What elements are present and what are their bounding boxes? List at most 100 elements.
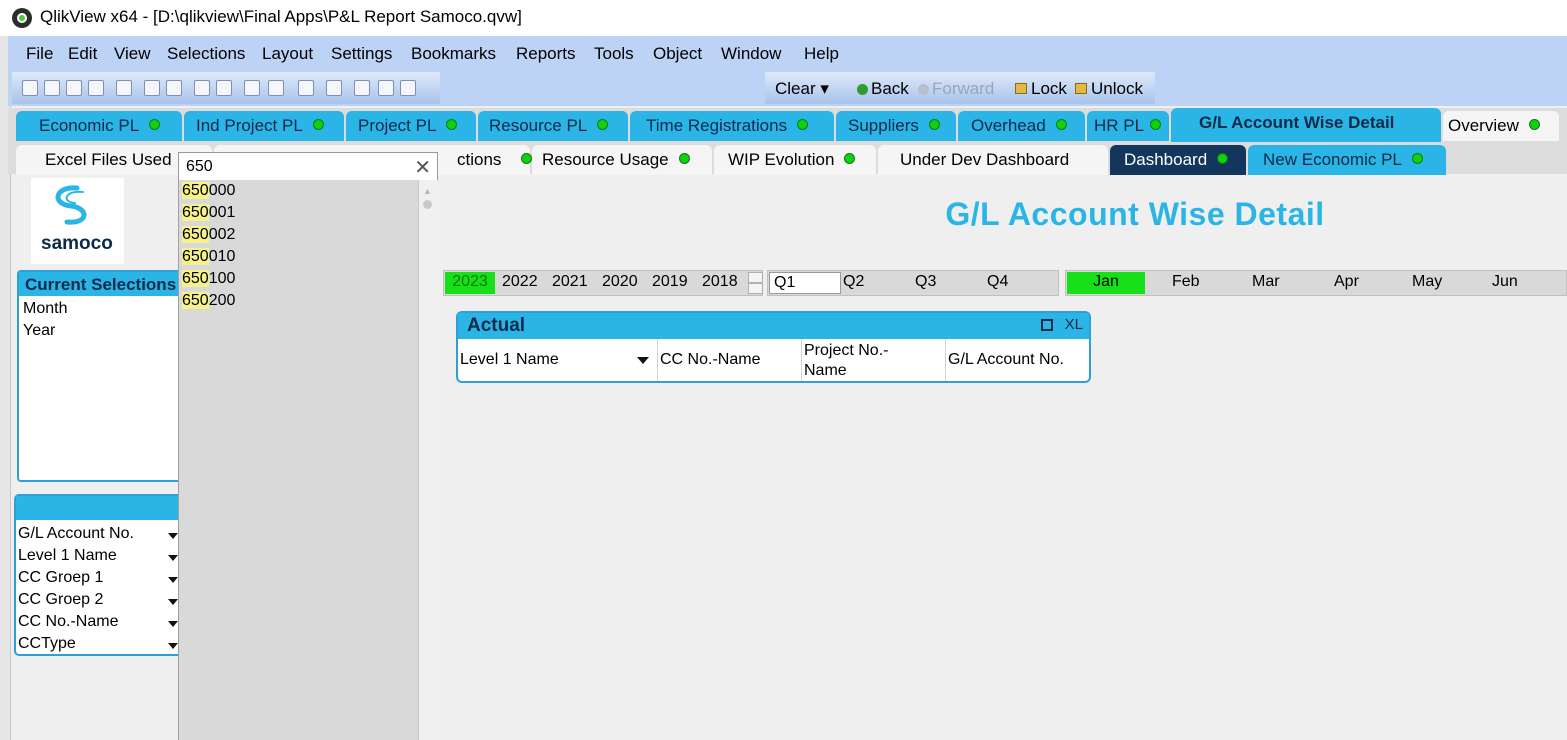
unlock-button[interactable]: Unlock bbox=[1075, 79, 1143, 99]
bookmark-star-icon[interactable] bbox=[326, 80, 342, 96]
search-result-item[interactable]: 650002 bbox=[182, 226, 235, 248]
menu-layout[interactable]: Layout bbox=[262, 44, 313, 64]
current-selections-box[interactable]: Current Selections Month Year bbox=[17, 270, 203, 482]
year-2021[interactable]: 2021 bbox=[552, 273, 588, 291]
column-header-level-1-name[interactable]: Level 1 Name bbox=[458, 339, 658, 381]
menu-help[interactable]: Help bbox=[804, 44, 839, 64]
search-result-item[interactable]: 650100 bbox=[182, 270, 235, 292]
current-selections-icon[interactable] bbox=[268, 80, 284, 96]
scroll-up-icon[interactable]: ▲ bbox=[423, 186, 432, 196]
list-item-gl-account-no[interactable]: G/L Account No. bbox=[18, 525, 178, 547]
current-selections-title: Current Selections bbox=[19, 272, 201, 296]
actual-table[interactable]: Actual XL Level 1 Name CC No.-Name Proje… bbox=[456, 311, 1091, 383]
search-dropdown[interactable]: ✕ 650000 650001 650002 650010 650100 650… bbox=[178, 152, 438, 740]
search-result-item[interactable]: 650010 bbox=[182, 248, 235, 270]
list-item-cc-groep-1[interactable]: CC Groep 1 bbox=[18, 569, 178, 591]
list-item-cctype[interactable]: CCType bbox=[18, 635, 178, 657]
column-header-gl-account-no[interactable]: G/L Account No. bbox=[946, 339, 1089, 381]
scroll-down-icon[interactable] bbox=[748, 283, 763, 294]
open-folder-icon[interactable] bbox=[44, 80, 60, 96]
menu-bookmarks[interactable]: Bookmarks bbox=[411, 44, 496, 64]
month-mar[interactable]: Mar bbox=[1252, 273, 1280, 291]
tab-ind-project-pl[interactable]: Ind Project PL bbox=[184, 111, 344, 141]
lock-button[interactable]: Lock bbox=[1015, 79, 1067, 99]
column-header-cc-no-name[interactable]: CC No.-Name bbox=[658, 339, 802, 381]
undo-icon[interactable] bbox=[194, 80, 210, 96]
month-feb[interactable]: Feb bbox=[1172, 273, 1200, 291]
save-icon[interactable] bbox=[88, 80, 104, 96]
tab-dashboard[interactable]: Dashboard bbox=[1110, 145, 1246, 175]
menu-reports[interactable]: Reports bbox=[516, 44, 576, 64]
chevron-down-icon bbox=[168, 533, 178, 539]
search-results-list[interactable]: 650000 650001 650002 650010 650100 65020… bbox=[178, 180, 419, 740]
search-input[interactable] bbox=[184, 156, 408, 178]
tab-wip-evolution[interactable]: WIP Evolution bbox=[714, 145, 876, 175]
selection-row-month[interactable]: Month bbox=[23, 300, 67, 318]
year-2018[interactable]: 2018 bbox=[702, 273, 738, 291]
menu-selections[interactable]: Selections bbox=[167, 44, 245, 64]
quarter-q3[interactable]: Q3 bbox=[915, 273, 936, 291]
menu-edit[interactable]: Edit bbox=[68, 44, 97, 64]
year-2022[interactable]: 2022 bbox=[502, 273, 538, 291]
tab-resource-usage[interactable]: Resource Usage bbox=[532, 145, 712, 175]
print-icon[interactable] bbox=[1041, 319, 1053, 331]
month-apr[interactable]: Apr bbox=[1334, 273, 1359, 291]
tab-overview[interactable]: Overview bbox=[1443, 111, 1559, 141]
context-help-icon[interactable] bbox=[400, 80, 416, 96]
tab-new-economic-pl[interactable]: New Economic PL bbox=[1248, 145, 1446, 175]
tab-hr-pl[interactable]: HR PL bbox=[1087, 111, 1169, 141]
tab-economic-pl[interactable]: Economic PL bbox=[16, 111, 182, 141]
forward-button[interactable]: Forward bbox=[918, 79, 994, 99]
tab-gl-account-wise-detail[interactable]: G/L Account Wise Detail bbox=[1171, 108, 1441, 142]
export-excel-button[interactable]: XL bbox=[1065, 316, 1083, 333]
month-jun[interactable]: Jun bbox=[1492, 273, 1518, 291]
column-header-project-no-name[interactable]: Project No.- Name bbox=[802, 339, 946, 381]
help-icon[interactable] bbox=[378, 80, 394, 96]
month-jan[interactable]: Jan bbox=[1067, 272, 1145, 294]
search-result-item[interactable]: 650000 bbox=[182, 182, 235, 204]
redo-icon[interactable] bbox=[216, 80, 232, 96]
edit-module-icon[interactable] bbox=[354, 80, 370, 96]
reload-script-icon[interactable] bbox=[166, 80, 182, 96]
tab-under-dev-dashboard[interactable]: Under Dev Dashboard bbox=[878, 145, 1108, 175]
scroll-up-icon[interactable] bbox=[748, 272, 763, 283]
menu-window[interactable]: Window bbox=[721, 44, 781, 64]
tab-resource-pl[interactable]: Resource PL bbox=[478, 111, 628, 141]
edit-script-icon[interactable] bbox=[144, 80, 160, 96]
close-icon[interactable]: ✕ bbox=[414, 155, 431, 180]
year-2023[interactable]: 2023 bbox=[445, 272, 495, 294]
chart-icon[interactable] bbox=[298, 80, 314, 96]
search-scrollbar[interactable]: ▲ bbox=[418, 180, 438, 740]
quarter-q2[interactable]: Q2 bbox=[843, 273, 864, 291]
quarter-q4[interactable]: Q4 bbox=[987, 273, 1008, 291]
search-result-item[interactable]: 650001 bbox=[182, 204, 235, 226]
quarter-search-input[interactable]: Q1 bbox=[769, 272, 841, 294]
scroll-thumb[interactable] bbox=[423, 200, 432, 209]
list-item-cc-groep-2[interactable]: CC Groep 2 bbox=[18, 591, 178, 613]
back-button[interactable]: Back bbox=[857, 79, 909, 99]
print-icon[interactable] bbox=[116, 80, 132, 96]
menu-file[interactable]: File bbox=[26, 44, 53, 64]
menu-view[interactable]: View bbox=[114, 44, 151, 64]
chevron-down-icon bbox=[168, 621, 178, 627]
year-2020[interactable]: 2020 bbox=[602, 273, 638, 291]
list-item-cc-no-name[interactable]: CC No.-Name bbox=[18, 613, 178, 635]
menu-settings[interactable]: Settings bbox=[331, 44, 392, 64]
search-box[interactable]: ✕ bbox=[178, 152, 438, 182]
new-document-icon[interactable] bbox=[22, 80, 38, 96]
tab-suppliers[interactable]: Suppliers bbox=[836, 111, 956, 141]
tab-project-pl[interactable]: Project PL bbox=[346, 111, 476, 141]
tab-time-registrations[interactable]: Time Registrations bbox=[630, 111, 834, 141]
month-may[interactable]: May bbox=[1412, 273, 1442, 291]
tab-overhead[interactable]: Overhead bbox=[958, 111, 1085, 141]
clear-button[interactable]: Clear ▾ bbox=[775, 79, 829, 99]
list-item-level-1-name[interactable]: Level 1 Name bbox=[18, 547, 178, 569]
search-icon[interactable] bbox=[244, 80, 260, 96]
menu-tools[interactable]: Tools bbox=[594, 44, 634, 64]
search-result-item[interactable]: 650200 bbox=[182, 292, 235, 314]
reload-icon[interactable] bbox=[66, 80, 82, 96]
selection-row-year[interactable]: Year bbox=[23, 322, 55, 340]
chevron-down-icon[interactable] bbox=[637, 357, 649, 364]
year-2019[interactable]: 2019 bbox=[652, 273, 688, 291]
menu-object[interactable]: Object bbox=[653, 44, 702, 64]
